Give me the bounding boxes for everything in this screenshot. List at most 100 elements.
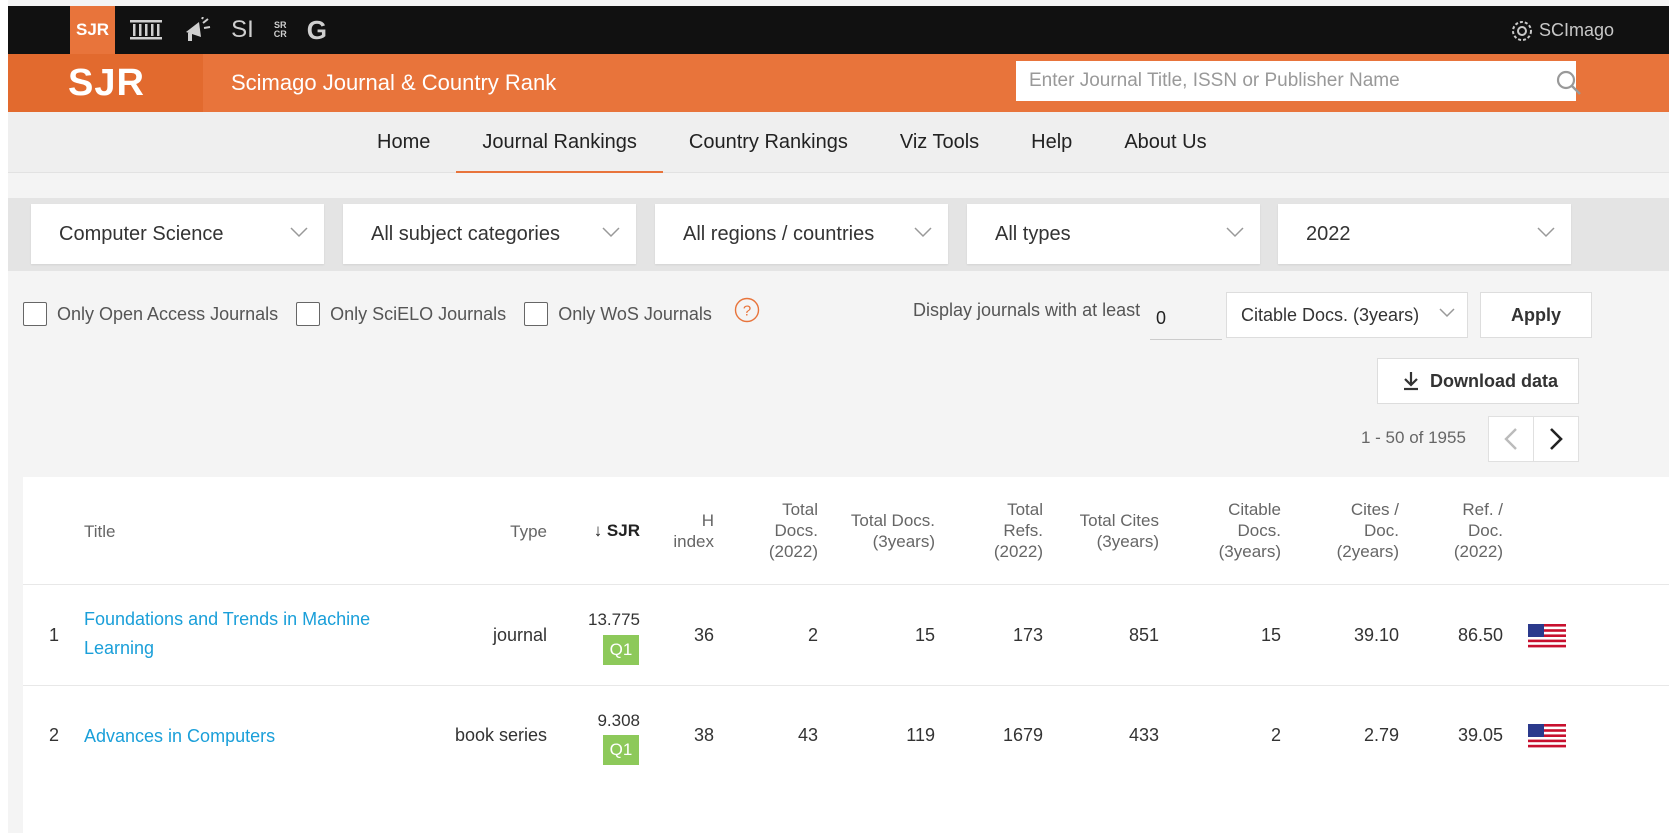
row-cites-doc: 39.10 xyxy=(1353,625,1399,645)
institutions-icon[interactable] xyxy=(129,6,163,54)
col-total-refs-line: (2022) xyxy=(993,542,1043,561)
open-access-label: Only Open Access Journals xyxy=(57,303,279,324)
chevron-right-icon xyxy=(1550,428,1563,450)
prev-page-button[interactable] xyxy=(1488,416,1534,462)
help-icon[interactable]: ? xyxy=(734,297,760,323)
nav-about-us[interactable]: About Us xyxy=(1098,112,1232,172)
col-total-docs-3y[interactable]: Total Docs. (3years) xyxy=(829,510,935,552)
row-h-index: 38 xyxy=(693,725,714,745)
row-ref-doc: 39.05 xyxy=(1457,725,1503,745)
scielo-checkbox[interactable]: Only SciELO Journals xyxy=(296,302,506,326)
col-title[interactable]: Title xyxy=(84,521,116,542)
region-dropdown[interactable]: All regions / countries xyxy=(655,204,948,264)
download-data-button[interactable]: Download data xyxy=(1377,358,1579,404)
filter-bar: Computer Science All subject categories … xyxy=(8,198,1669,271)
col-total-cites[interactable]: Total Cites (3years) xyxy=(1053,510,1159,552)
row-h-index: 36 xyxy=(693,625,714,645)
quartile-badge: Q1 xyxy=(603,735,639,765)
col-ref-doc[interactable]: Ref. / Doc. (2022) xyxy=(1423,499,1503,562)
row-citable-docs: 2 xyxy=(1270,725,1281,745)
megaphone-icon[interactable] xyxy=(183,6,211,54)
col-citable-docs[interactable]: Citable Docs. (3years) xyxy=(1193,499,1281,562)
top-product-bar: SJR SI SR CR G SCImago xyxy=(8,6,1669,54)
row-total-refs: 173 xyxy=(1012,625,1043,645)
journal-title-link[interactable]: Foundations and Trends in Machine Learni… xyxy=(84,605,414,663)
nav-items: Home Journal Rankings Country Rankings V… xyxy=(351,112,1233,173)
col-h-index[interactable]: H index xyxy=(651,510,714,552)
col-citable-docs-line: Citable xyxy=(1228,500,1281,519)
chevron-down-icon xyxy=(602,227,620,238)
nav-home[interactable]: Home xyxy=(351,112,456,172)
checkbox-box[interactable] xyxy=(524,302,549,326)
row-total-docs-3y: 15 xyxy=(914,625,935,645)
col-total-cites-line: Total Cites xyxy=(1079,511,1159,530)
min-metric-select[interactable]: Citable Docs. (3years) xyxy=(1226,292,1468,338)
journal-filters: Only Open Access Journals Only SciELO Jo… xyxy=(23,296,760,332)
checkbox-box[interactable] xyxy=(296,302,321,326)
col-total-docs-line: (2022) xyxy=(768,542,818,561)
product-srcr-tab[interactable]: SR CR xyxy=(274,6,287,54)
subject-area-dropdown[interactable]: Computer Science xyxy=(31,204,324,264)
chevron-down-icon xyxy=(1537,227,1555,238)
subject-category-dropdown[interactable]: All subject categories xyxy=(343,204,636,264)
window-edge xyxy=(0,0,8,833)
product-g-tab[interactable]: G xyxy=(307,6,327,54)
product-sjr-tab[interactable]: SJR xyxy=(70,6,116,54)
row-total-docs-3y: 119 xyxy=(906,725,935,745)
site-title[interactable]: Scimago Journal & Country Rank xyxy=(231,54,556,112)
nav-journal-rankings[interactable]: Journal Rankings xyxy=(456,112,663,173)
row-type: book series xyxy=(454,725,547,745)
search-input[interactable] xyxy=(1027,69,1531,93)
display-min-label: Display journals with at least xyxy=(913,300,1141,320)
year-dropdown[interactable]: 2022 xyxy=(1278,204,1571,264)
row-rank: 1 xyxy=(49,625,60,645)
nav-help[interactable]: Help xyxy=(1005,112,1098,172)
min-value-input[interactable] xyxy=(1150,297,1222,340)
col-h-index-line: H xyxy=(701,511,714,530)
logo-text: SJR xyxy=(68,61,145,104)
site-header: SJR Scimago Journal & Country Rank xyxy=(8,54,1669,112)
search-icon[interactable] xyxy=(1556,70,1582,96)
row-sjr: 13.775 xyxy=(588,610,640,629)
search-box xyxy=(1016,61,1581,101)
chevron-left-icon xyxy=(1504,428,1517,450)
us-flag-icon xyxy=(1528,724,1566,748)
col-total-refs[interactable]: Total Refs. (2022) xyxy=(958,499,1043,562)
journal-title-link[interactable]: Advances in Computers xyxy=(84,722,414,751)
min-metric-value: Citable Docs. (3years) xyxy=(1241,304,1420,325)
open-access-checkbox[interactable]: Only Open Access Journals xyxy=(23,302,278,326)
row-cites-doc: 2.79 xyxy=(1363,725,1399,745)
sjr-logo[interactable]: SJR xyxy=(8,54,203,112)
subject-category-value: All subject categories xyxy=(371,222,560,245)
svg-text:?: ? xyxy=(743,303,751,320)
col-cites-doc[interactable]: Cites / Doc. (2years) xyxy=(1313,499,1399,562)
next-page-button[interactable] xyxy=(1533,416,1579,462)
row-divider xyxy=(23,685,1669,686)
row-sjr: 9.308 xyxy=(597,711,640,730)
nav-viz-tools[interactable]: Viz Tools xyxy=(874,112,1005,172)
checkbox-box[interactable] xyxy=(23,302,47,326)
wos-checkbox[interactable]: Only WoS Journals xyxy=(524,302,712,326)
col-ref-doc-line: (2022) xyxy=(1453,542,1503,561)
col-sjr[interactable]: ↓ SJR xyxy=(568,520,640,541)
row-divider xyxy=(23,584,1669,585)
pagination-range: 1 - 50 of 1955 xyxy=(1361,428,1466,447)
col-total-docs[interactable]: Total Docs. (2022) xyxy=(733,499,818,562)
nav-country-rankings[interactable]: Country Rankings xyxy=(663,112,874,172)
product-si-tab[interactable]: SI xyxy=(231,6,254,54)
row-total-docs: 2 xyxy=(807,625,818,645)
scimago-logo-icon xyxy=(1512,21,1532,41)
type-dropdown[interactable]: All types xyxy=(967,204,1260,264)
scimago-brand-link[interactable]: SCImago xyxy=(1509,6,1669,54)
region-value: All regions / countries xyxy=(683,222,875,245)
chevron-down-icon xyxy=(1226,227,1244,238)
col-h-index-line: index xyxy=(673,532,714,551)
apply-button[interactable]: Apply xyxy=(1480,292,1592,338)
col-type[interactable]: Type xyxy=(463,521,547,542)
download-icon xyxy=(1404,372,1418,391)
col-total-refs-line: Refs. xyxy=(1003,521,1043,540)
row-ref-doc: 86.50 xyxy=(1457,625,1503,645)
srcr-line-2: CR xyxy=(273,29,287,39)
row-total-cites: 851 xyxy=(1128,625,1159,645)
row-type: journal xyxy=(492,625,547,645)
